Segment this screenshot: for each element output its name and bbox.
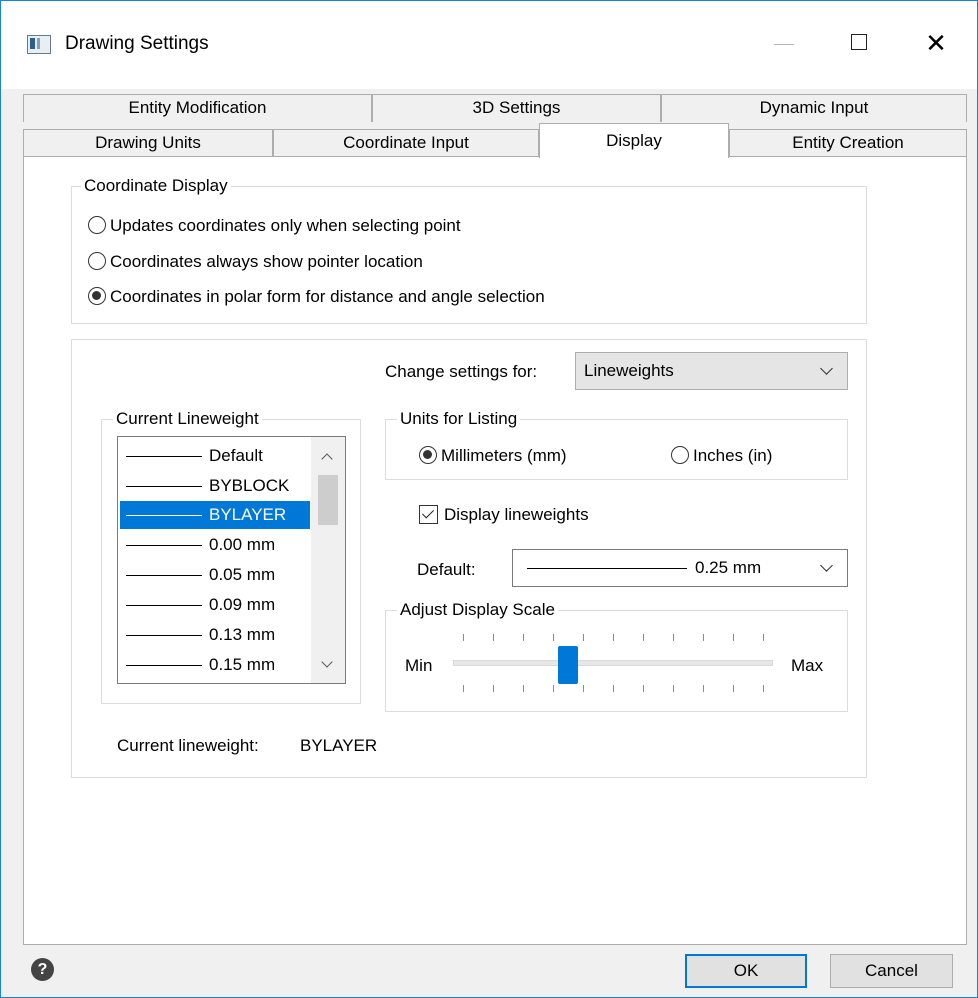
lineweight-listbox[interactable]: Default BYBLOCK BYLAYER 0.00 mm 0.05 mm … — [117, 436, 346, 684]
tab-3d-settings[interactable]: 3D Settings — [372, 94, 661, 122]
coordinate-display-label: Coordinate Display — [81, 176, 231, 196]
list-item[interactable]: 0.09 mm — [120, 591, 310, 619]
slider-tick — [703, 685, 704, 692]
display-scale-slider-thumb[interactable] — [558, 646, 578, 684]
change-settings-label: Change settings for: — [385, 362, 538, 381]
default-lineweight-label: Default: — [417, 560, 476, 579]
close-button[interactable]: ✕ — [913, 21, 959, 67]
display-scale-slider-track[interactable] — [453, 660, 773, 666]
scroll-down-icon[interactable] — [321, 656, 333, 668]
slider-tick — [613, 634, 614, 641]
slider-tick — [733, 634, 734, 641]
tab-entity-creation[interactable]: Entity Creation — [729, 129, 967, 157]
cancel-button[interactable]: Cancel — [830, 954, 953, 988]
slider-tick — [463, 634, 464, 641]
slider-tick — [733, 685, 734, 692]
slider-tick — [763, 685, 764, 692]
list-item[interactable]: BYBLOCK — [120, 472, 310, 500]
slider-tick — [643, 685, 644, 692]
scrollbar-thumb[interactable] — [318, 475, 338, 525]
tab-coordinate-input[interactable]: Coordinate Input — [273, 129, 539, 157]
slider-tick — [613, 685, 614, 692]
slider-tick — [673, 685, 674, 692]
tab-drawing-units[interactable]: Drawing Units — [23, 129, 273, 157]
list-item[interactable]: 0.15 mm — [120, 651, 310, 679]
adjust-display-scale-label: Adjust Display Scale — [397, 600, 558, 620]
radio-button-checked[interactable] — [419, 446, 437, 464]
slider-tick — [463, 685, 464, 692]
slider-tick — [643, 634, 644, 641]
units-for-listing-label: Units for Listing — [397, 409, 521, 429]
slider-max-label: Max — [791, 656, 824, 675]
current-lineweight-status-label: Current lineweight: — [117, 736, 259, 755]
slider-tick — [523, 634, 524, 641]
slider-min-label: Min — [405, 656, 433, 675]
slider-tick — [703, 634, 704, 641]
radio-button[interactable] — [88, 252, 106, 270]
window-title: Drawing Settings — [65, 33, 209, 54]
current-lineweight-status-value: BYLAYER — [300, 736, 378, 755]
drawing-settings-dialog: Drawing Settings ✕ Entity Modification 3… — [0, 0, 978, 998]
list-item[interactable]: 0.05 mm — [120, 561, 310, 589]
slider-tick — [553, 685, 554, 692]
slider-tick — [553, 634, 554, 641]
lineweight-preview-line — [527, 568, 687, 569]
change-settings-dropdown[interactable]: Lineweights — [575, 352, 848, 390]
display-lineweights-label: Display lineweights — [444, 505, 589, 524]
chevron-down-icon — [820, 559, 833, 572]
chevron-down-icon — [820, 362, 833, 375]
radio-button[interactable] — [671, 446, 689, 464]
maximize-button[interactable] — [837, 21, 883, 67]
tab-display[interactable]: Display — [539, 123, 729, 158]
list-item[interactable]: 0.13 mm — [120, 621, 310, 649]
list-item[interactable]: Default — [120, 442, 310, 470]
change-settings-value: Lineweights — [584, 361, 674, 380]
ok-button[interactable]: OK — [685, 954, 807, 988]
radio-button-checked[interactable] — [88, 287, 106, 305]
slider-tick — [523, 685, 524, 692]
display-lineweights-checkbox[interactable] — [419, 505, 438, 524]
app-window-icon — [27, 35, 51, 54]
help-icon[interactable]: ? — [31, 958, 54, 981]
slider-tick — [673, 634, 674, 641]
tab-entity-modification[interactable]: Entity Modification — [23, 94, 372, 122]
radio-button[interactable] — [88, 216, 106, 234]
slider-tick — [583, 634, 584, 641]
vertical-scrollbar[interactable] — [311, 437, 345, 683]
default-lineweight-dropdown[interactable]: 0.25 mm — [512, 549, 848, 587]
list-item-selected[interactable]: BYLAYER — [120, 501, 310, 529]
slider-tick — [493, 634, 494, 641]
minimize-button[interactable] — [761, 21, 807, 67]
default-lineweight-value: 0.25 mm — [695, 558, 762, 577]
title-bar: Drawing Settings ✕ — [1, 1, 977, 89]
list-item[interactable]: 0.00 mm — [120, 531, 310, 559]
slider-tick — [583, 685, 584, 692]
tab-dynamic-input[interactable]: Dynamic Input — [661, 94, 967, 122]
current-lineweight-label: Current Lineweight — [113, 409, 262, 429]
slider-tick — [763, 634, 764, 641]
scroll-up-icon[interactable] — [321, 453, 333, 465]
slider-tick — [493, 685, 494, 692]
